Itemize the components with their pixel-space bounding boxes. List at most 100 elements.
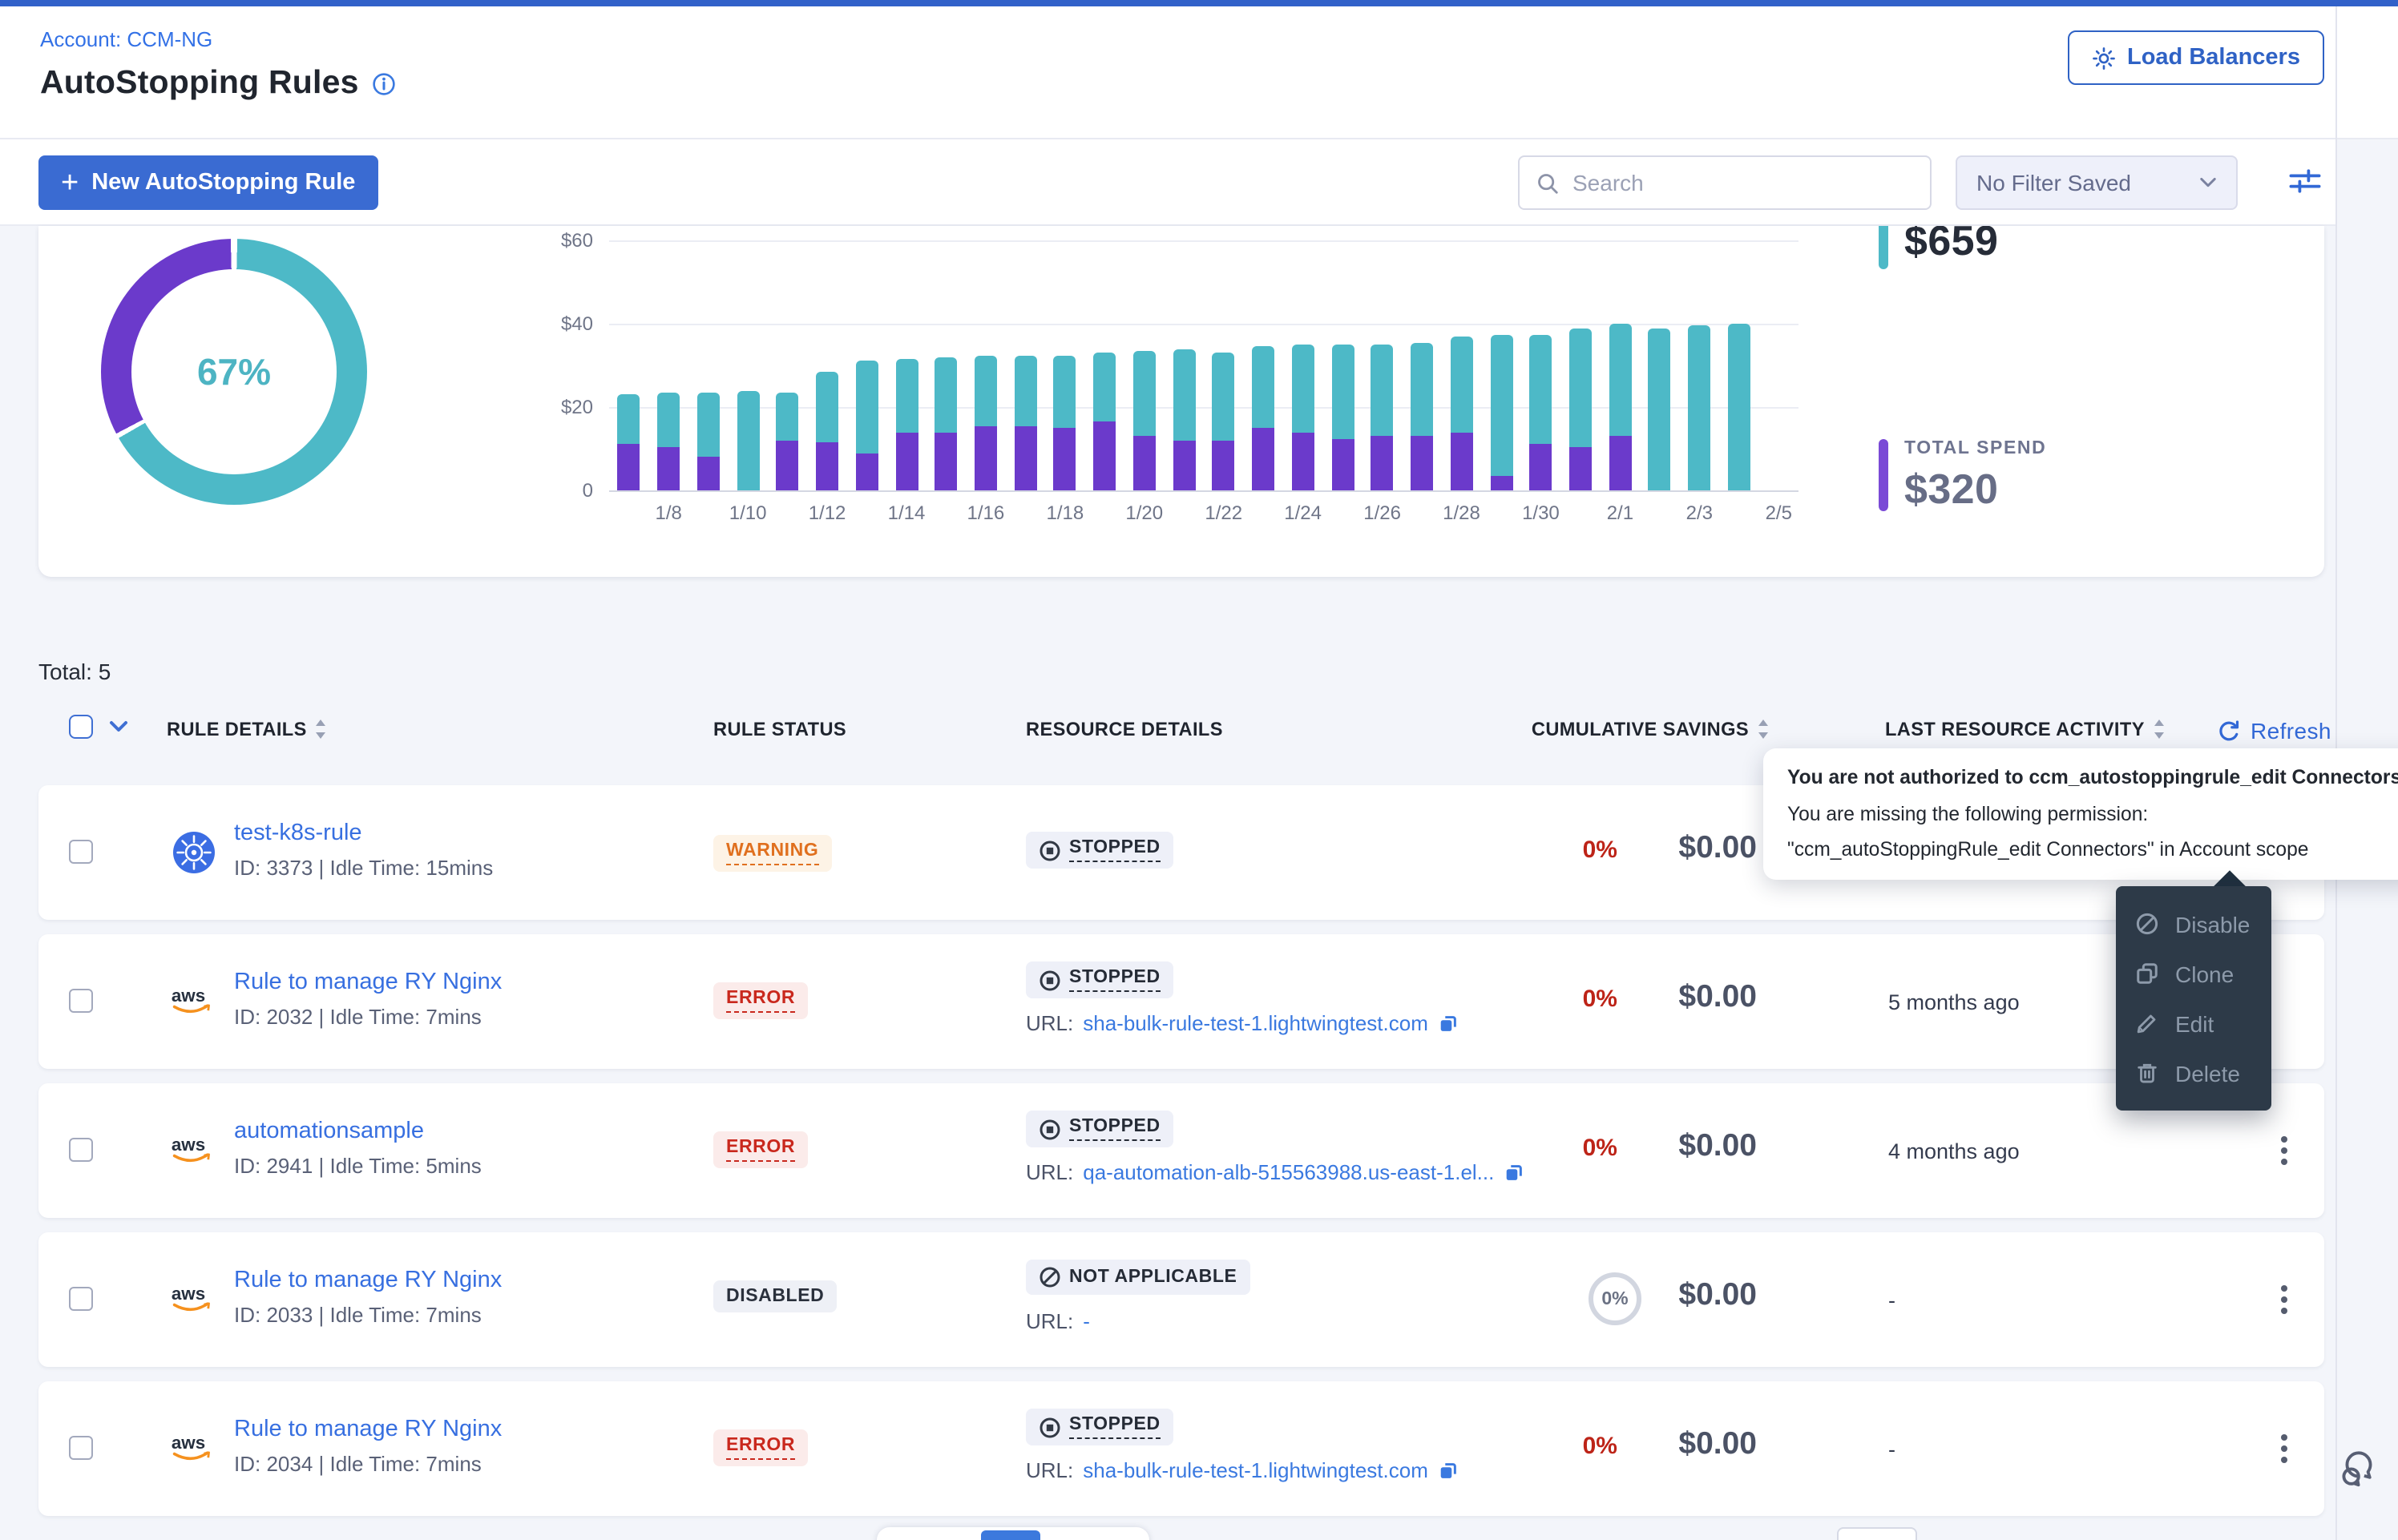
resource-url-label: URL: xyxy=(1026,1458,1073,1482)
row-checkbox[interactable] xyxy=(69,1138,93,1162)
savings-percent: 0% xyxy=(1583,1135,1617,1162)
savings-amount: $0.00 xyxy=(1678,1277,1757,1314)
resource-url-link[interactable]: - xyxy=(1083,1309,1090,1333)
x-axis-tick: 1/16 xyxy=(951,502,1021,524)
bar-segment-teal xyxy=(1213,353,1235,440)
resource-state-badge: STOPPED xyxy=(1026,1111,1173,1147)
rule-status-badge: WARNING xyxy=(713,835,831,872)
svg-text:aws: aws xyxy=(172,1284,205,1304)
resource-url-link[interactable]: sha-bulk-rule-test-1.lightwingtest.com xyxy=(1083,1011,1428,1035)
table-header: RULE DETAILS RULE STATUS RESOURCE DETAIL… xyxy=(38,712,2324,753)
account-breadcrumb[interactable]: Account: CCM-NG xyxy=(40,27,212,51)
filter-sliders-icon[interactable] xyxy=(2287,167,2323,199)
row-checkbox[interactable] xyxy=(69,1287,93,1311)
menu-item-disable[interactable]: Disable xyxy=(2116,899,2271,949)
copy-icon[interactable] xyxy=(1438,1013,1459,1034)
donut-hole: 67% xyxy=(131,269,337,474)
bar-segment-purple xyxy=(856,453,878,490)
rule-name-link[interactable]: Rule to manage RY Nginx xyxy=(234,1268,502,1293)
top-accent-bar xyxy=(0,0,2398,6)
disable-icon xyxy=(2135,912,2159,936)
resource-url-label: URL: xyxy=(1026,1160,1073,1184)
rule-name-link[interactable]: automationsample xyxy=(234,1119,424,1144)
new-autostopping-rule-button[interactable]: + New AutoStopping Rule xyxy=(38,155,377,210)
kebab-menu-icon[interactable] xyxy=(2270,1431,2299,1466)
kebab-menu-icon[interactable] xyxy=(2270,1282,2299,1317)
refresh-button[interactable]: Refresh xyxy=(2217,718,2331,744)
row-checkbox[interactable] xyxy=(69,1436,93,1460)
rule-name-link[interactable]: test-k8s-rule xyxy=(234,820,362,846)
total-savings-value: $659 xyxy=(1904,226,1998,266)
bar-segment-teal xyxy=(1569,328,1592,446)
rule-status-badge: ERROR xyxy=(713,982,808,1019)
x-axis-tick: 2/3 xyxy=(1664,502,1734,524)
bar-segment-teal xyxy=(777,393,799,441)
sort-icon[interactable] xyxy=(1757,720,1770,739)
donut-center-label: 67% xyxy=(197,350,271,393)
bar-segment-teal xyxy=(1054,355,1076,428)
y-axis-tick: $60 xyxy=(519,229,593,252)
bar-segment-purple xyxy=(1173,441,1195,490)
menu-item-delete[interactable]: Delete xyxy=(2116,1048,2271,1098)
resource-state-label: STOPPED xyxy=(1069,968,1161,992)
bar-segment-teal xyxy=(1728,324,1750,490)
delete-icon xyxy=(2135,1061,2159,1085)
select-menu-chevron-icon[interactable] xyxy=(109,720,128,734)
savings-percent: 0% xyxy=(1583,986,1617,1013)
rule-status-badge: ERROR xyxy=(713,1131,808,1168)
sort-icon[interactable] xyxy=(315,720,328,739)
total-spend-label: TOTAL SPEND xyxy=(1904,439,2046,458)
search-input[interactable] xyxy=(1572,170,1893,196)
bar-segment-purple xyxy=(1371,436,1394,490)
menu-item-clone[interactable]: Clone xyxy=(2116,949,2271,998)
x-axis-tick: 1/10 xyxy=(713,502,783,524)
chevron-down-icon xyxy=(2199,176,2217,189)
bar-segment-teal xyxy=(657,393,680,447)
bar-segment-purple xyxy=(1451,432,1473,490)
page-size-dropdown[interactable] xyxy=(1837,1527,1917,1540)
column-cumulative-savings: CUMULATIVE SAVINGS xyxy=(1465,718,1770,740)
sort-icon[interactable] xyxy=(2153,720,2166,739)
resource-url-link[interactable]: qa-automation-alb-515563988.us-east-1.el… xyxy=(1083,1160,1494,1184)
bar-plot: $60$40$2001/81/101/121/141/161/181/201/2… xyxy=(609,240,1798,490)
load-balancers-button[interactable]: Load Balancers xyxy=(2068,30,2324,85)
row-checkbox[interactable] xyxy=(69,840,93,864)
rule-meta: ID: 2034 | Idle Time: 7mins xyxy=(234,1452,482,1476)
resource-url-link[interactable]: sha-bulk-rule-test-1.lightwingtest.com xyxy=(1083,1458,1428,1482)
resource-url-label: URL: xyxy=(1026,1309,1073,1333)
bar-segment-teal xyxy=(856,361,878,453)
y-axis-tick: $40 xyxy=(519,312,593,335)
copy-icon[interactable] xyxy=(1438,1460,1459,1481)
pagination-current-page-button[interactable] xyxy=(981,1530,1040,1540)
rule-name-link[interactable]: Rule to manage RY Nginx xyxy=(234,970,502,995)
rule-row: awsautomationsampleID: 2941 | Idle Time:… xyxy=(38,1083,2324,1218)
rule-name-link[interactable]: Rule to manage RY Nginx xyxy=(234,1417,502,1442)
savings-marker xyxy=(1879,226,1888,269)
row-checkbox[interactable] xyxy=(69,989,93,1013)
load-balancers-label: Load Balancers xyxy=(2127,45,2300,71)
copy-icon[interactable] xyxy=(1504,1162,1524,1183)
total-count-label: Total: 5 xyxy=(38,659,111,684)
kebab-menu-icon[interactable] xyxy=(2270,1133,2299,1168)
menu-item-edit[interactable]: Edit xyxy=(2116,998,2271,1048)
bar-segment-teal xyxy=(895,359,918,432)
saved-filter-value: No Filter Saved xyxy=(1976,170,2131,196)
info-icon[interactable] xyxy=(372,71,396,95)
savings-amount: $0.00 xyxy=(1678,830,1757,867)
plus-icon: + xyxy=(61,167,79,198)
resource-state-badge: NOT APPLICABLE xyxy=(1026,1260,1249,1295)
rule-meta: ID: 2032 | Idle Time: 7mins xyxy=(234,1005,482,1029)
gridline xyxy=(609,490,1798,492)
saved-filter-dropdown[interactable]: No Filter Saved xyxy=(1956,155,2238,210)
column-rule-details: RULE DETAILS xyxy=(167,718,328,740)
rule-meta: ID: 3373 | Idle Time: 15mins xyxy=(234,856,493,880)
select-all-checkbox[interactable] xyxy=(69,715,93,739)
tooltip-line-3: "ccm_autoStoppingRule_edit Connectors" i… xyxy=(1787,832,2398,868)
bar-segment-teal xyxy=(1331,345,1354,438)
bar-segment-teal xyxy=(1649,328,1671,490)
svg-text:aws: aws xyxy=(172,1433,205,1453)
chat-bubbles-icon[interactable] xyxy=(2337,1444,2385,1492)
rule-meta: ID: 2033 | Idle Time: 7mins xyxy=(234,1303,482,1327)
bar-segment-teal xyxy=(1133,351,1156,437)
resource-state-badge: STOPPED xyxy=(1026,1409,1173,1445)
